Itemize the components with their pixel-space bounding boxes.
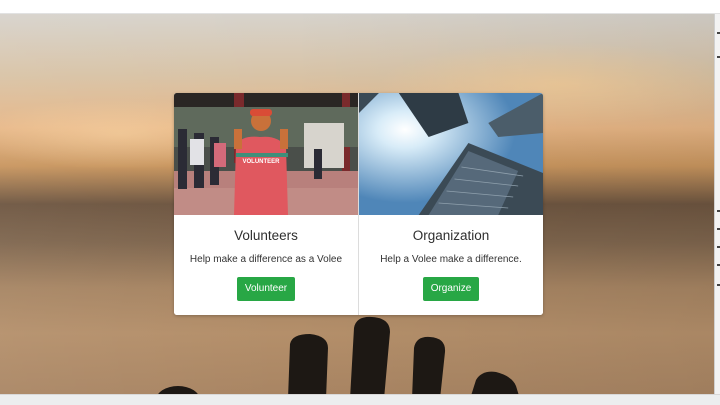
volunteers-card: VOLUNTEER Volunteers Help make a differe… bbox=[174, 93, 358, 315]
top-bar bbox=[0, 0, 720, 14]
bottom-bar bbox=[0, 394, 720, 405]
card-title: Organization bbox=[412, 228, 490, 243]
page: VOLUNTEER Volunteers Help make a differe… bbox=[0, 0, 720, 405]
hand-silhouette-image bbox=[158, 316, 519, 394]
volunteer-button[interactable]: Volunteer bbox=[236, 277, 296, 301]
card-group: VOLUNTEER Volunteers Help make a differe… bbox=[174, 93, 543, 315]
skyscrapers-photo bbox=[359, 93, 543, 215]
card-title: Volunteers bbox=[234, 228, 298, 243]
card-text: Help make a difference as a Volee bbox=[189, 254, 343, 265]
card-text: Help a Volee make a difference. bbox=[380, 254, 522, 265]
organization-card: Organization Help a Volee make a differe… bbox=[358, 93, 543, 315]
scrollbar[interactable] bbox=[714, 14, 720, 394]
shirt-text: VOLUNTEER bbox=[242, 159, 280, 165]
organize-button[interactable]: Organize bbox=[422, 277, 480, 301]
volunteer-photo: VOLUNTEER bbox=[174, 93, 358, 215]
